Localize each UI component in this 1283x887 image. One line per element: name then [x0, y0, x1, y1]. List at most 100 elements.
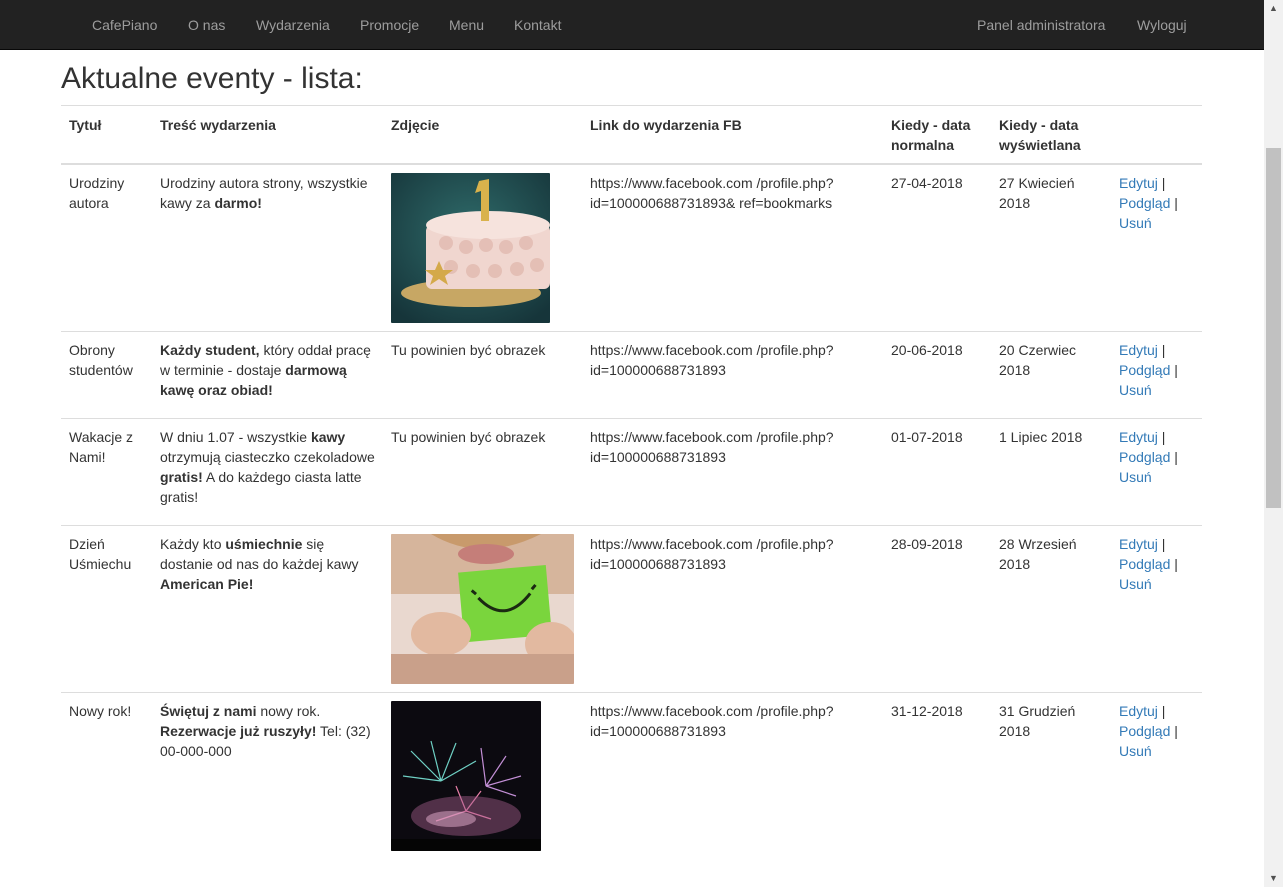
event-title-cell: Urodziny autora — [61, 163, 152, 332]
description-text: W dniu 1.07 - wszystkie — [160, 429, 311, 445]
event-fb-link-cell: https://www.facebook.com /profile.php?id… — [582, 692, 883, 868]
event-date-display-cell: 31 Grudzień 2018 — [991, 692, 1111, 868]
scrollbar-thumb[interactable] — [1266, 148, 1281, 508]
event-date-normal-cell: 01-07-2018 — [883, 418, 991, 526]
action-separator: | — [1157, 536, 1166, 552]
nav-item-kontakt[interactable]: Kontakt — [514, 15, 561, 35]
fireworks-image — [391, 701, 574, 851]
description-bold-text: Rezerwacje już ruszyły! — [160, 723, 317, 739]
table-row: Obrony studentów Każdy student, który odd… — [61, 331, 1202, 419]
scroll-down-arrow-icon[interactable]: ▼ — [1264, 870, 1283, 887]
description-text: Urodziny autora strony, wszystkie kawy z… — [160, 175, 368, 211]
event-actions-cell: Edytuj | Podgląd | Usuń — [1111, 418, 1202, 526]
action-separator: | — [1170, 723, 1178, 739]
event-title-cell: Obrony studentów — [61, 331, 152, 419]
event-fb-link-cell: https://www.facebook.com /profile.php?id… — [582, 331, 883, 419]
description-text: otrzymują ciasteczko czekoladowe — [160, 449, 375, 465]
event-title-cell: Wakacje z Nami! — [61, 418, 152, 526]
event-image-cell: Tu powinien być obrazek — [383, 331, 582, 419]
header-description: Treść wydarzenia — [152, 105, 383, 165]
description-bold-text: Każdy student, — [160, 342, 260, 358]
event-date-display-cell: 27 Kwiecień 2018 — [991, 163, 1111, 332]
delete-link[interactable]: Usuń — [1119, 382, 1152, 398]
preview-link[interactable]: Podgląd — [1119, 362, 1170, 378]
nav-item-wydarzenia[interactable]: Wydarzenia — [256, 15, 330, 35]
event-image-cell — [383, 692, 582, 868]
event-image-cell — [383, 525, 582, 693]
event-date-normal-cell: 27-04-2018 — [883, 163, 991, 332]
scroll-up-arrow-icon[interactable]: ▲ — [1264, 0, 1283, 17]
event-actions-cell: Edytuj | Podgląd | Usuń — [1111, 525, 1202, 693]
nav-item-menu[interactable]: Menu — [449, 15, 484, 35]
edit-link[interactable]: Edytuj — [1119, 536, 1158, 552]
nav-item-o-nas[interactable]: O nas — [188, 15, 225, 35]
description-bold-text: kawy — [310, 429, 346, 445]
nav-brand-link[interactable]: CafePiano — [92, 15, 157, 35]
delete-link[interactable]: Usuń — [1119, 576, 1152, 592]
event-description-cell: Każdy student, który oddał pracę w termi… — [152, 331, 383, 419]
edit-link[interactable]: Edytuj — [1119, 175, 1158, 191]
events-table: Tytuł Treść wydarzenia Zdjęcie Link do w… — [61, 105, 1202, 868]
header-title: Tytuł — [61, 105, 152, 165]
table-row: Urodziny autora Urodziny autora strony, w… — [61, 163, 1202, 332]
header-date-normal: Kiedy - data normalna — [883, 105, 991, 165]
action-separator: | — [1170, 556, 1178, 572]
delete-link[interactable]: Usuń — [1119, 469, 1152, 485]
event-description-cell: Świętuj z nami nowy rok. Rezerwacje już … — [152, 692, 383, 868]
top-navbar: CafePiano O nas Wydarzenia Promocje Menu… — [0, 0, 1264, 50]
header-date-display: Kiedy - data wyświetlana — [991, 105, 1111, 165]
event-actions-cell: Edytuj | Podgląd | Usuń — [1111, 163, 1202, 332]
event-date-normal-cell: 28-09-2018 — [883, 525, 991, 693]
event-description-cell: W dniu 1.07 - wszystkie kawy otrzymują c… — [152, 418, 383, 526]
preview-link[interactable]: Podgląd — [1119, 723, 1170, 739]
edit-link[interactable]: Edytuj — [1119, 703, 1158, 719]
preview-link[interactable]: Podgląd — [1119, 449, 1170, 465]
action-separator: | — [1157, 429, 1166, 445]
preview-link[interactable]: Podgląd — [1119, 195, 1170, 211]
event-date-display-cell: 1 Lipiec 2018 — [991, 418, 1111, 526]
nav-logout-link[interactable]: Wyloguj — [1137, 15, 1187, 35]
header-actions — [1111, 105, 1202, 165]
edit-link[interactable]: Edytuj — [1119, 342, 1158, 358]
action-separator: | — [1157, 175, 1166, 191]
event-title-cell: Dzień Uśmiechu — [61, 525, 152, 693]
header-fb-link: Link do wydarzenia FB — [582, 105, 883, 165]
smile-card-image — [391, 534, 574, 684]
image-missing-text: Tu powinien być obrazek — [391, 342, 546, 358]
event-date-display-cell: 28 Wrzesień 2018 — [991, 525, 1111, 693]
table-row: Dzień Uśmiechu Każdy kto uśmiechnie się d… — [61, 525, 1202, 693]
event-image-cell: Tu powinien być obrazek — [383, 418, 582, 526]
event-actions-cell: Edytuj | Podgląd | Usuń — [1111, 692, 1202, 868]
preview-link[interactable]: Podgląd — [1119, 556, 1170, 572]
table-row: Nowy rok! Świętuj z nami nowy rok. Rezerw… — [61, 692, 1202, 868]
header-image: Zdjęcie — [383, 105, 582, 165]
image-missing-text: Tu powinien być obrazek — [391, 429, 546, 445]
event-fb-link-cell: https://www.facebook.com /profile.php?id… — [582, 525, 883, 693]
description-bold-text: darmo! — [214, 195, 262, 211]
event-date-normal-cell: 20-06-2018 — [883, 331, 991, 419]
birthday-cake-image — [391, 173, 574, 323]
description-bold-text: American Pie! — [160, 576, 254, 592]
description-text: Każdy kto — [160, 536, 226, 552]
page-scrollbar[interactable]: ▲ ▼ — [1264, 0, 1283, 887]
event-date-display-cell: 20 Czerwiec 2018 — [991, 331, 1111, 419]
description-bold-text: Świętuj z nami — [160, 703, 257, 719]
event-description-cell: Każdy kto uśmiechnie się dostanie od nas… — [152, 525, 383, 693]
table-header-row: Tytuł Treść wydarzenia Zdjęcie Link do w… — [61, 105, 1202, 165]
event-image-cell — [383, 163, 582, 332]
delete-link[interactable]: Usuń — [1119, 743, 1152, 759]
edit-link[interactable]: Edytuj — [1119, 429, 1158, 445]
action-separator: | — [1170, 195, 1178, 211]
event-date-normal-cell: 31-12-2018 — [883, 692, 991, 868]
event-fb-link-cell: https://www.facebook.com /profile.php?id… — [582, 163, 883, 332]
table-row: Wakacje z Nami! W dniu 1.07 - wszystkie k… — [61, 418, 1202, 526]
event-fb-link-cell: https://www.facebook.com /profile.php?id… — [582, 418, 883, 526]
nav-admin-panel-link[interactable]: Panel administratora — [977, 15, 1105, 35]
nav-item-promocje[interactable]: Promocje — [360, 15, 419, 35]
page-title: Aktualne eventy - lista: — [61, 62, 363, 95]
description-bold-text: uśmiechnie — [225, 536, 303, 552]
description-bold-text: gratis! — [160, 469, 203, 485]
action-separator: | — [1157, 703, 1166, 719]
event-title-cell: Nowy rok! — [61, 692, 152, 868]
delete-link[interactable]: Usuń — [1119, 215, 1152, 231]
